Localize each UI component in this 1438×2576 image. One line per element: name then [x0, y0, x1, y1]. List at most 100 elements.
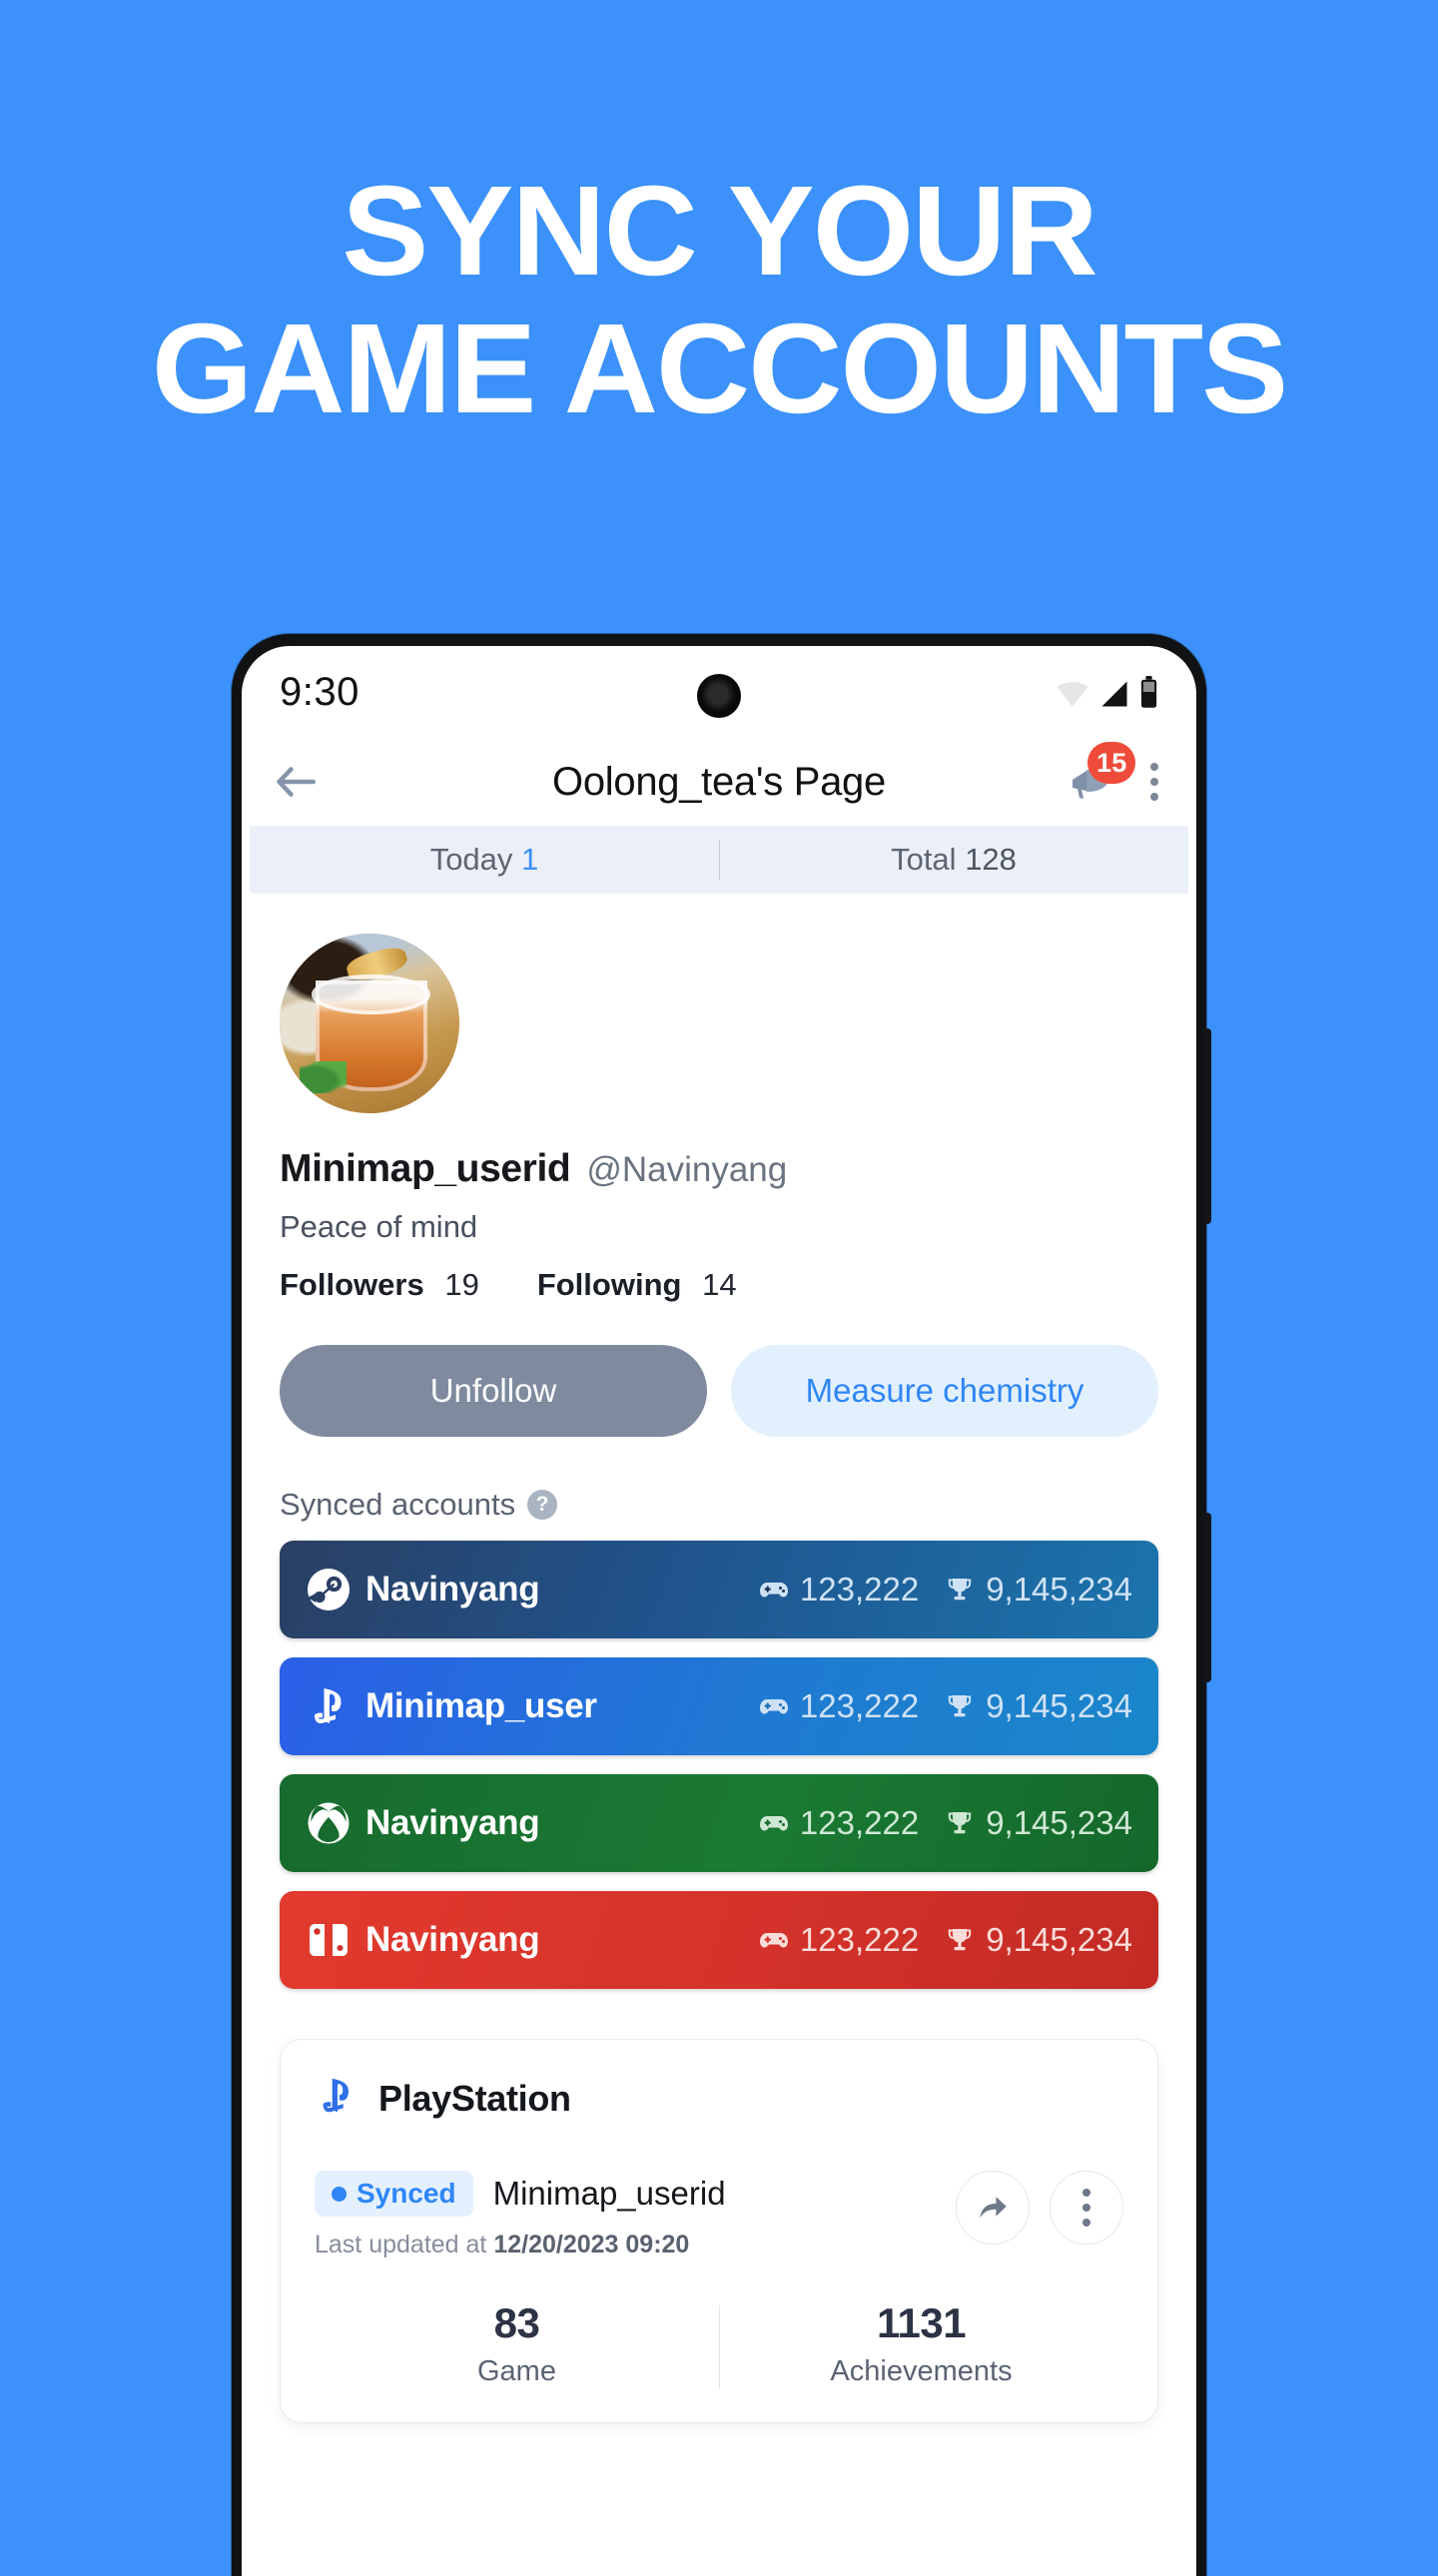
ps-stat-achievements-label: Achievements [830, 2355, 1013, 2387]
following-label: Following [536, 1267, 682, 1302]
profile-bio: Peace of mind [280, 1209, 478, 1244]
ps-stat-games-value: 83 [493, 2299, 540, 2346]
status-dot-icon [332, 2186, 347, 2202]
gamepad-icon [757, 1926, 791, 1954]
synced-account-row-steam[interactable]: Navinyang 123,222 9,145,234 [280, 1541, 1158, 1638]
navbar-actions: 15 [1069, 742, 1162, 806]
ps-card-overflow-button[interactable] [1050, 2171, 1123, 2245]
battery-icon [1140, 675, 1157, 708]
ps-card-stats: 83 Game 1131 Achievements [315, 2299, 1123, 2422]
synced-accounts-list: Navinyang 123,222 9,145,234 Minimap_user… [242, 1541, 1196, 1989]
account-metrics: 123,222 9,145,234 [757, 1687, 1132, 1725]
games-count: 123,222 [799, 1921, 920, 1958]
following-stat[interactable]: Following 14 [537, 1267, 737, 1303]
volume-button[interactable] [1202, 1028, 1211, 1224]
synced-accounts-header: Synced accounts ? [280, 1487, 1158, 1523]
following-count: 14 [702, 1267, 737, 1302]
status-badge: Synced [315, 2171, 473, 2217]
nintendo-switch-logo-icon [306, 1917, 352, 1963]
trophy-icon [943, 1926, 977, 1954]
share-arrow-icon [980, 2197, 1007, 2219]
phone-mockup: 9:30 Oolong_tea's Page 15 Today 1 Total … [232, 634, 1211, 2576]
trophies-metric: 9,145,234 [943, 1687, 1132, 1725]
games-metric: 123,222 [757, 1687, 919, 1725]
ps-card-sync-row: Synced Minimap_userid Last updated at 12… [315, 2171, 1123, 2259]
synced-account-row-playstation[interactable]: Minimap_user 123,222 9,145,234 [280, 1657, 1158, 1755]
followers-label: Followers [280, 1267, 424, 1302]
games-metric: 123,222 [757, 1571, 919, 1609]
avatar-photo-teacup-rim [312, 974, 431, 1014]
synced-account-row-nintendo-switch[interactable]: Navinyang 123,222 9,145,234 [280, 1891, 1158, 1989]
ps-card-sync-top: Synced Minimap_userid [315, 2171, 956, 2217]
ps-stat-games-label: Game [477, 2355, 556, 2387]
measure-chemistry-button[interactable]: Measure chemistry [731, 1345, 1158, 1437]
ps-card-sync-info: Synced Minimap_userid Last updated at 12… [315, 2171, 956, 2259]
cellular-signal-icon [1101, 681, 1127, 706]
profile-name-row: Minimap_userid @Navinyang [280, 1147, 1158, 1191]
kebab-menu-icon [1078, 2185, 1094, 2231]
playstation-detail-card: PlayStation Synced Minimap_userid Last u… [280, 2039, 1158, 2423]
trophies-metric: 9,145,234 [943, 1921, 1132, 1959]
account-username: Minimap_user [365, 1686, 597, 1725]
ps-stat-achievements-value: 1131 [876, 2299, 967, 2346]
megaphone-notification-button[interactable]: 15 [1069, 742, 1136, 806]
account-username: Navinyang [365, 1920, 540, 1959]
trophy-icon [943, 1576, 977, 1604]
trophies-count: 9,145,234 [986, 1804, 1132, 1841]
gamepad-icon [757, 1692, 791, 1720]
gamepad-icon [757, 1576, 791, 1604]
trophies-metric: 9,145,234 [943, 1571, 1132, 1609]
trophies-count: 9,145,234 [986, 1921, 1132, 1958]
power-button[interactable] [1202, 1513, 1211, 1682]
synced-accounts-label: Synced accounts [280, 1487, 516, 1522]
profile-section: Minimap_userid @Navinyang Peace of mind … [242, 894, 1196, 1437]
games-count: 123,222 [799, 1687, 920, 1724]
status-indicators [1056, 675, 1158, 709]
visits-today-label: Today [429, 842, 513, 877]
visits-total-value: 128 [965, 842, 1017, 877]
unfollow-button[interactable]: Unfollow [280, 1345, 707, 1437]
trophy-icon [943, 1809, 977, 1837]
ps-card-title: PlayStation [378, 2077, 571, 2119]
avatar[interactable] [280, 934, 459, 1113]
visits-today[interactable]: Today 1 [250, 842, 719, 878]
account-username: Navinyang [365, 1570, 540, 1609]
account-metrics: 123,222 9,145,234 [757, 1804, 1132, 1842]
hero-line-2: GAME ACCOUNTS [151, 298, 1288, 441]
account-metrics: 123,222 9,145,234 [757, 1571, 1132, 1609]
share-button[interactable] [956, 2171, 1030, 2245]
visits-total-label: Total [891, 842, 957, 877]
trophies-count: 9,145,234 [986, 1687, 1132, 1724]
visits-total[interactable]: Total 128 [719, 840, 1188, 880]
trophies-count: 9,145,234 [986, 1571, 1132, 1608]
games-metric: 123,222 [757, 1921, 919, 1959]
hero-line-1: SYNC YOUR [342, 160, 1098, 303]
kebab-menu-icon[interactable] [1146, 759, 1162, 805]
account-metrics: 123,222 9,145,234 [757, 1921, 1132, 1959]
trophy-icon [943, 1692, 977, 1720]
ps-stat-games: 83 Game [315, 2299, 719, 2388]
hero-headline: SYNC YOUR GAME ACCOUNTS [0, 160, 1438, 441]
visits-today-value: 1 [521, 842, 539, 877]
ps-card-header: PlayStation [315, 2074, 1123, 2123]
help-circle-icon[interactable]: ? [527, 1490, 558, 1520]
playstation-logo-icon [306, 1683, 352, 1729]
phone-screen: 9:30 Oolong_tea's Page 15 Today 1 Total … [242, 646, 1196, 2576]
last-updated-value: 12/20/2023 09:20 [493, 2231, 690, 2258]
page-title: Oolong_tea's Page [552, 759, 886, 804]
games-count: 123,222 [799, 1571, 920, 1608]
trophies-metric: 9,145,234 [943, 1804, 1132, 1842]
ps-card-last-updated: Last updated at 12/20/2023 09:20 [315, 2231, 956, 2259]
synced-account-row-xbox[interactable]: Navinyang 123,222 9,145,234 [280, 1774, 1158, 1872]
followers-count: 19 [444, 1267, 479, 1302]
playstation-logo-icon [315, 2074, 359, 2123]
notification-badge: 15 [1087, 742, 1136, 784]
profile-action-buttons: Unfollow Measure chemistry [280, 1345, 1158, 1437]
ps-card-username: Minimap_userid [492, 2175, 726, 2212]
followers-stat[interactable]: Followers 19 [280, 1267, 479, 1303]
steam-logo-icon [306, 1567, 352, 1612]
front-camera-punchhole [697, 674, 741, 718]
games-metric: 123,222 [757, 1804, 919, 1842]
status-bar: 9:30 [242, 646, 1196, 738]
profile-follow-counts: Followers 19 Following 14 [280, 1267, 1158, 1303]
